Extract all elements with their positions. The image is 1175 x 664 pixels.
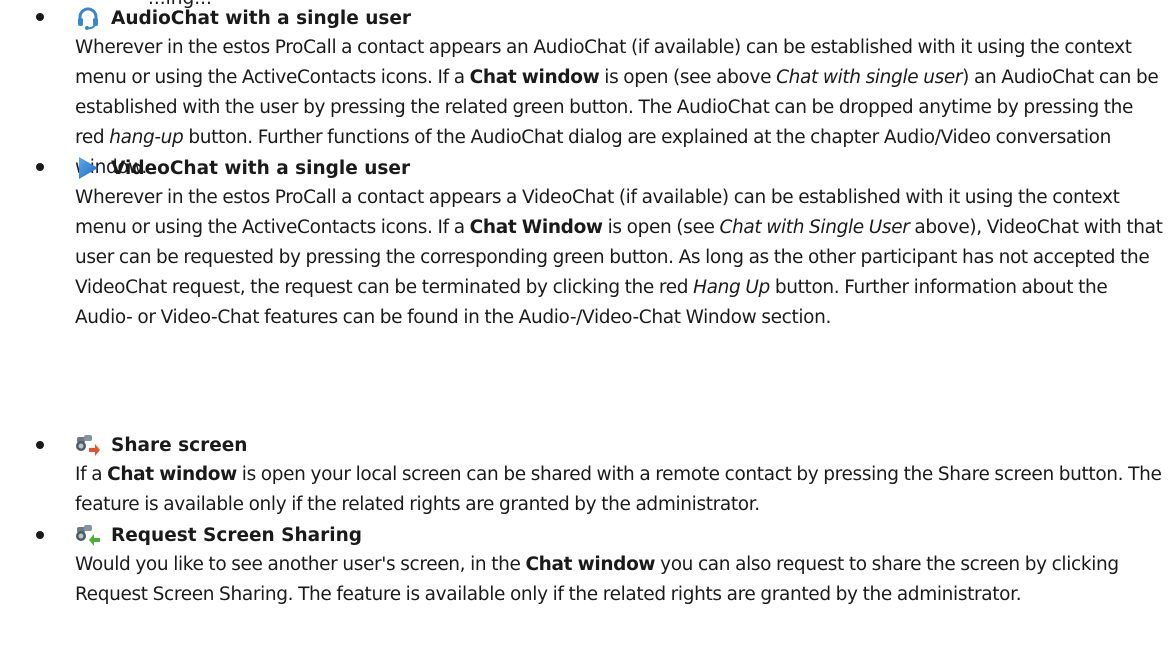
description-text: is open (see [602,217,720,238]
description-text: is open your local screen can be shared … [75,464,1162,515]
feature-title: Share screen [111,434,248,456]
share-screen-icon [75,432,101,458]
feature-title-row: VideoChat with a single user [75,153,410,183]
italic-term: Hang Up [693,277,770,298]
bullet [36,441,44,449]
italic-term: Chat with Single User [719,217,910,238]
feature-title: VideoChat with a single user [111,157,411,179]
italic-term: Chat with single user [776,67,963,88]
feature-title: Request Screen Sharing [111,524,363,546]
bullet [36,13,44,21]
feature-title-row: Request Screen Sharing [75,520,362,550]
feature-title: AudioChat with a single user [111,7,412,29]
feature-title-row: AudioChat with a single user [75,3,411,33]
bullet [36,531,44,539]
description-text: Would you like to see another user's scr… [75,554,526,575]
bold-term: Chat window [469,67,600,88]
description-text: If a [75,464,108,485]
feature-description: If a Chat window is open your local scre… [75,460,1165,520]
request-screen-sharing-icon [75,522,101,548]
italic-term: hang-up [109,127,184,148]
feature-description: Wherever in the estos ProCall a contact … [75,183,1165,333]
description-text: is open (see above [599,67,777,88]
bold-term: Chat window [525,554,656,575]
feature-description: Would you like to see another user's scr… [75,550,1165,610]
play-icon [75,155,101,181]
headset-icon [75,5,101,31]
feature-title-row: Share screen [75,430,247,460]
bold-term: Chat Window [469,217,603,238]
bullet [36,163,44,171]
bold-term: Chat window [107,464,237,485]
